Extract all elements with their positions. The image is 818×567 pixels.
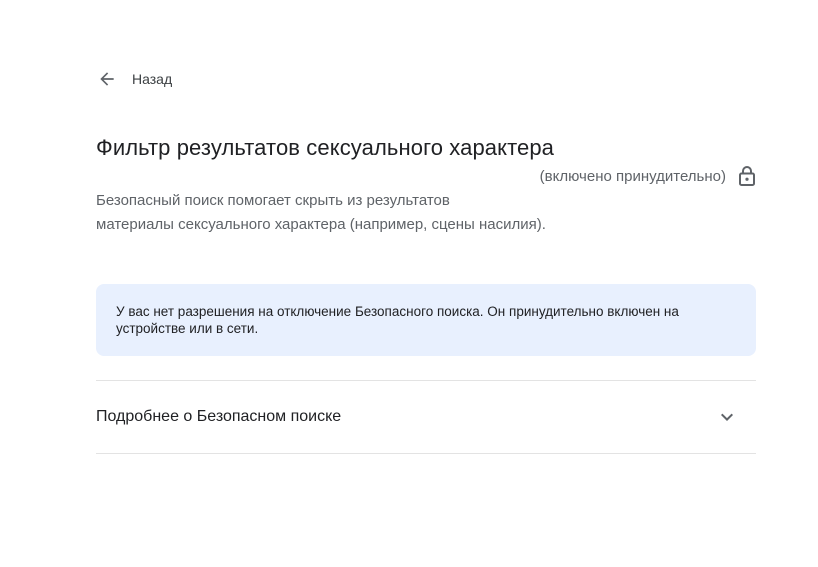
description-line-1: Безопасный поиск помогает скрыть из резу… <box>96 192 450 209</box>
info-notice: У вас нет разрешения на отключение Безоп… <box>96 284 756 356</box>
back-button[interactable]: Назад <box>96 68 172 90</box>
safe-search-settings-page: Назад Фильтр результатов сексуального ха… <box>0 0 818 567</box>
back-label: Назад <box>132 71 173 87</box>
lock-icon <box>738 165 756 187</box>
arrow-back-icon <box>96 68 118 90</box>
section-description: Безопасный поиск помогает скрыть из резу… <box>96 189 596 237</box>
chevron-down-icon[interactable] <box>715 405 739 429</box>
divider-bottom <box>96 453 756 454</box>
status-indicator: (включено принудительно) <box>540 165 756 187</box>
status-text: (включено принудительно) <box>539 167 726 185</box>
page-title: Фильтр результатов сексуального характер… <box>96 135 555 160</box>
description-line-2: материалы сексуального характера (наприм… <box>96 216 546 233</box>
notice-text: У вас нет разрешения на отключение Безоп… <box>116 304 679 336</box>
learn-more-expander[interactable]: Подробнее о Безопасном поиске <box>96 381 756 453</box>
expander-label: Подробнее о Безопасном поиске <box>96 408 342 425</box>
